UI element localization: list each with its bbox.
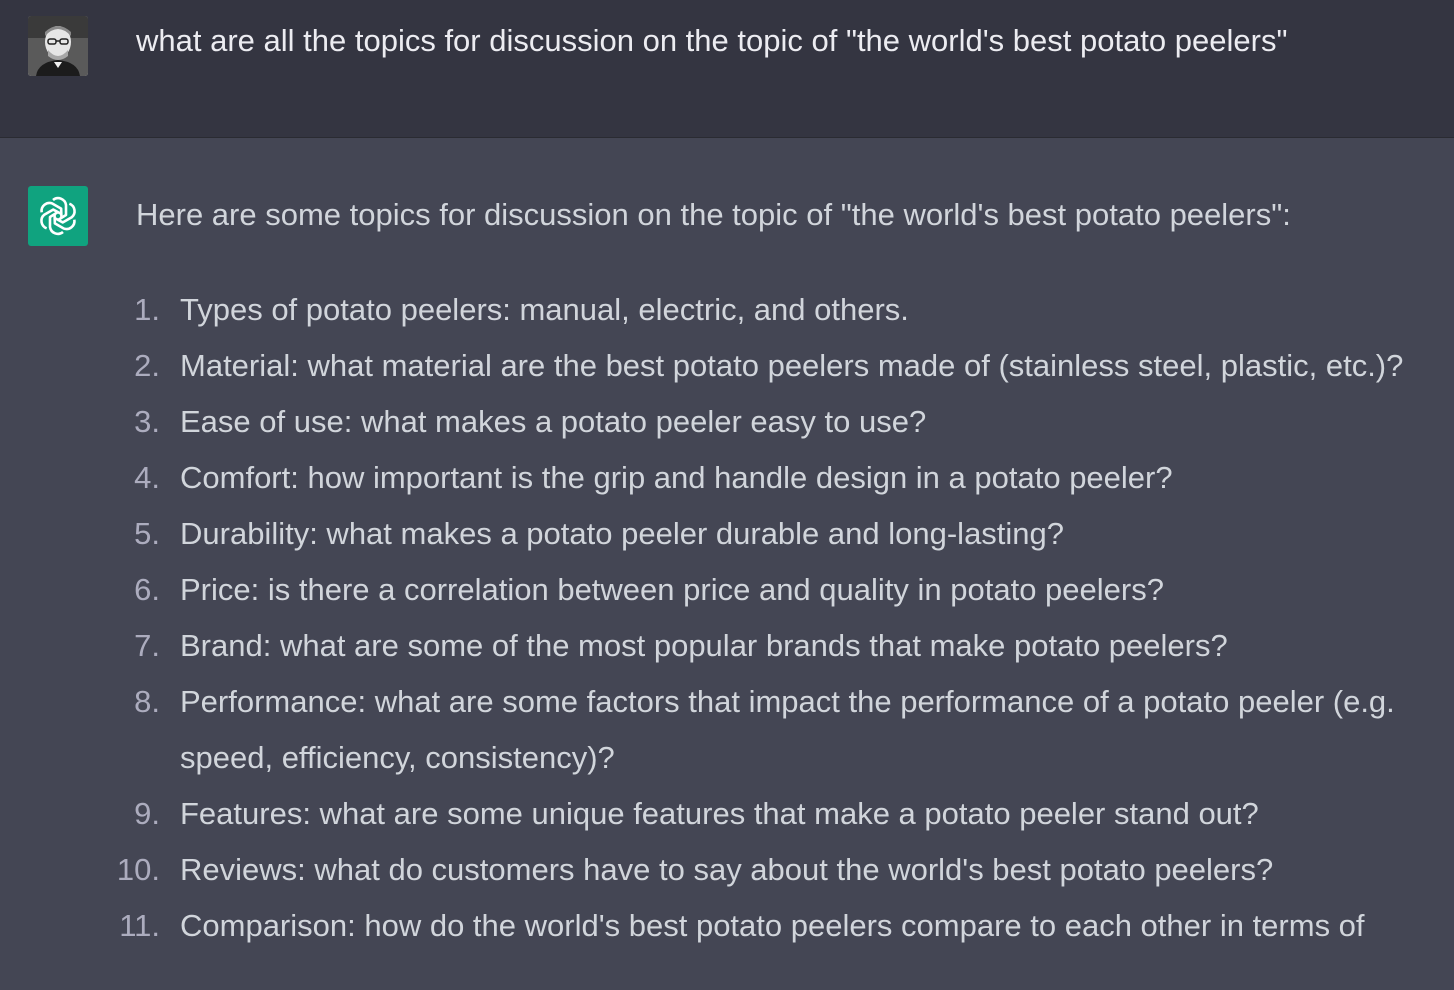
list-item: 5. Durability: what makes a potato peeler… — [0, 506, 1454, 562]
list-item-number: 7. — [134, 628, 160, 663]
list-item-text: Types of potato peelers: manual, electri… — [180, 292, 909, 327]
list-item-number: 5. — [134, 516, 160, 551]
list-item: 6. Price: is there a correlation between … — [0, 562, 1454, 618]
list-item-text: Reviews: what do customers have to say a… — [180, 852, 1274, 887]
list-item-text: Ease of use: what makes a potato peeler … — [180, 404, 927, 439]
user-message-text: what are all the topics for discussion o… — [136, 23, 1288, 58]
list-item-text: Comfort: how important is the grip and h… — [180, 460, 1173, 495]
topic-list: 1. Types of potato peelers: manual, elect… — [0, 282, 1454, 954]
user-profile-photo-icon — [28, 16, 88, 76]
list-item-number: 4. — [134, 460, 160, 495]
list-item-number: 1. — [134, 292, 160, 327]
list-item-text: Price: is there a correlation between pr… — [180, 572, 1164, 607]
list-item-text: Durability: what makes a potato peeler d… — [180, 516, 1065, 551]
assistant-message: Here are some topics for discussion on t… — [0, 138, 1454, 990]
list-item-text: Performance: what are some factors that … — [180, 684, 1395, 775]
list-item-number: 10. — [116, 852, 160, 887]
list-item: 9. Features: what are some unique feature… — [0, 786, 1454, 842]
list-item: 2. Material: what material are the best p… — [0, 338, 1454, 394]
list-item-number: 6. — [134, 572, 160, 607]
list-item: 4. Comfort: how important is the grip and… — [0, 450, 1454, 506]
list-item-number: 11. — [119, 908, 160, 943]
assistant-intro-text: Here are some topics for discussion on t… — [136, 197, 1291, 232]
user-message: what are all the topics for discussion o… — [0, 0, 1454, 138]
list-item: 3. Ease of use: what makes a potato peele… — [0, 394, 1454, 450]
list-item: 10. Reviews: what do customers have to sa… — [0, 842, 1454, 898]
list-item: 1. Types of potato peelers: manual, elect… — [0, 282, 1454, 338]
list-item-text: Comparison: how do the world's best pota… — [180, 908, 1365, 943]
list-item: 8. Performance: what are some factors tha… — [0, 674, 1454, 786]
chatgpt-logo-icon — [40, 196, 76, 236]
list-item-number: 9. — [134, 796, 160, 831]
assistant-avatar — [28, 186, 88, 246]
list-item-text: Material: what material are the best pot… — [180, 348, 1404, 383]
list-item-number: 3. — [134, 404, 160, 439]
user-avatar — [28, 16, 88, 76]
list-item: 7. Brand: what are some of the most popul… — [0, 618, 1454, 674]
list-item-number: 8. — [134, 684, 160, 719]
list-item: 11. Comparison: how do the world's best p… — [0, 898, 1454, 954]
list-item-text: Brand: what are some of the most popular… — [180, 628, 1228, 663]
list-item-text: Features: what are some unique features … — [180, 796, 1259, 831]
list-item-number: 2. — [134, 348, 160, 383]
